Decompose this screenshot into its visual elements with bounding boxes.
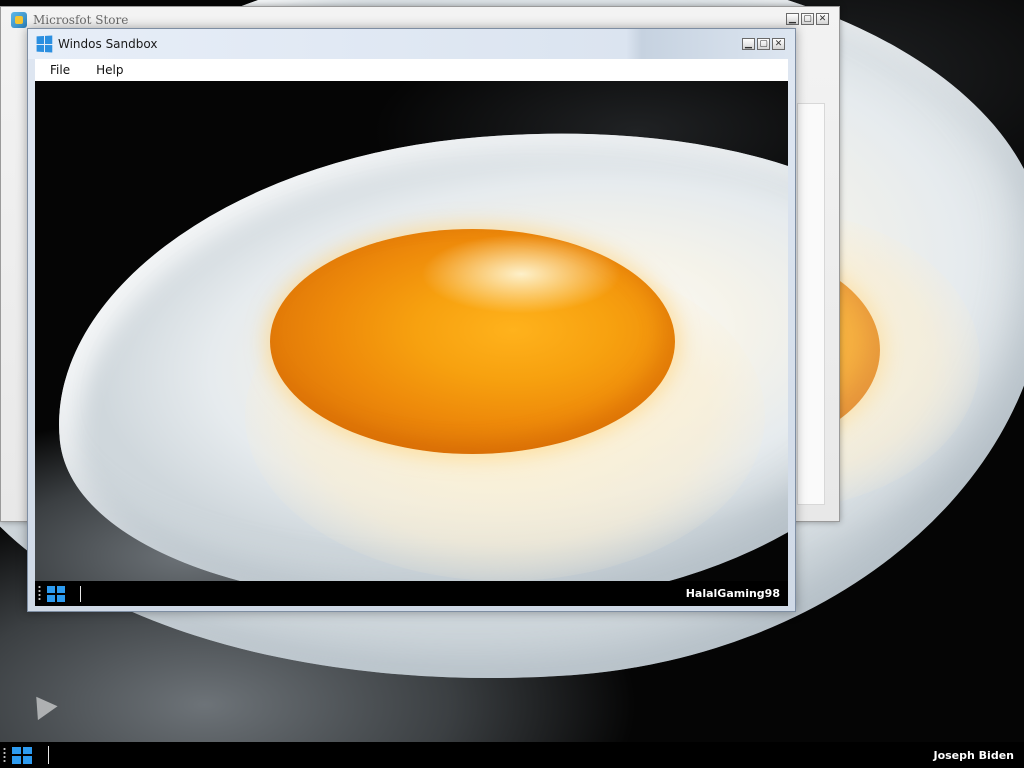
sandbox-taskbar: HalalGaming98 bbox=[35, 581, 788, 606]
taskbar: Joseph Biden bbox=[0, 742, 1024, 768]
sandbox-wallpaper bbox=[35, 81, 788, 581]
sandbox-titlebar[interactable]: Windos Sandbox ▁ ▢ ✕ bbox=[28, 29, 795, 59]
close-button[interactable]: ✕ bbox=[816, 13, 829, 25]
store-window-controls: ▁ ▢ ✕ bbox=[786, 13, 829, 25]
maximize-button[interactable]: ▢ bbox=[757, 38, 770, 50]
store-content-pane bbox=[797, 103, 825, 505]
menu-help[interactable]: Help bbox=[81, 63, 134, 77]
egg-yolk bbox=[270, 229, 675, 454]
maximize-button[interactable]: ▢ bbox=[801, 13, 814, 25]
sandbox-window-title: Windos Sandbox bbox=[58, 37, 158, 51]
sandbox-window[interactable]: Windos Sandbox ▁ ▢ ✕ File Help HalalGami… bbox=[27, 28, 796, 612]
maximize-icon: ▢ bbox=[759, 38, 768, 49]
close-icon: ✕ bbox=[774, 38, 783, 49]
sandbox-window-controls: ▁ ▢ ✕ bbox=[742, 38, 785, 50]
taskbar-grip-icon[interactable] bbox=[3, 746, 6, 764]
taskbar-grip-icon[interactable] bbox=[38, 585, 41, 602]
sandbox-taskbar-username: HalalGaming98 bbox=[685, 587, 780, 600]
windows-logo-icon bbox=[36, 35, 53, 53]
minimize-button[interactable]: ▁ bbox=[742, 38, 755, 50]
store-icon bbox=[11, 12, 27, 28]
minimize-button[interactable]: ▁ bbox=[786, 13, 799, 25]
maximize-icon: ▢ bbox=[803, 13, 812, 24]
taskbar-separator bbox=[80, 585, 81, 602]
store-window-title: Microsfot Store bbox=[33, 13, 129, 27]
close-button[interactable]: ✕ bbox=[772, 38, 785, 50]
windows-start-icon[interactable] bbox=[12, 746, 32, 764]
minimize-icon: ▁ bbox=[745, 38, 752, 49]
windows-start-icon[interactable] bbox=[47, 585, 65, 602]
taskbar-username: Joseph Biden bbox=[933, 748, 1014, 762]
sandbox-screen[interactable]: HalalGaming98 bbox=[35, 81, 788, 606]
close-icon: ✕ bbox=[818, 13, 827, 24]
minimize-icon: ▁ bbox=[789, 13, 796, 24]
sandbox-menubar: File Help bbox=[35, 59, 788, 81]
taskbar-separator bbox=[48, 746, 49, 764]
menu-file[interactable]: File bbox=[35, 63, 81, 77]
